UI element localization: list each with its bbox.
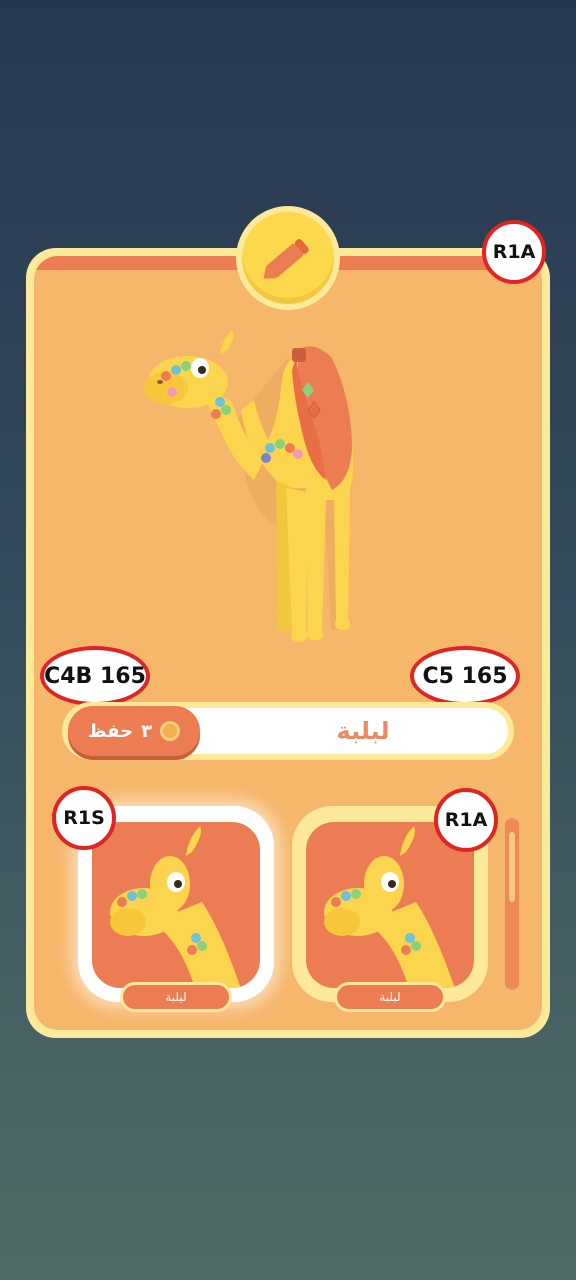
scrollbar-thumb[interactable]	[509, 832, 515, 902]
camel-illustration	[136, 330, 386, 660]
save-price: ٣	[141, 720, 153, 742]
save-label: حفظ	[87, 720, 134, 742]
camel-thumb-icon	[110, 826, 241, 988]
thumb-image	[92, 822, 260, 988]
other-thumb-tag: R1A	[434, 788, 498, 852]
save-button[interactable]: حفظ ٣	[68, 706, 200, 756]
thumb-name-label: لبلبة	[120, 982, 232, 1012]
left-code-tag: C4B 165	[40, 646, 150, 706]
edit-button[interactable]	[236, 206, 340, 310]
card-rarity-tag: R1A	[482, 220, 546, 284]
selected-thumb-tag: R1S	[52, 786, 116, 850]
pencil-icon	[263, 238, 309, 279]
edit-button-face	[242, 212, 334, 304]
thumb-name-label: لبلبة	[334, 982, 446, 1012]
gallery-scrollbar[interactable]	[505, 818, 519, 990]
coin-icon	[160, 721, 181, 741]
name-bar: لبلبة حفظ ٣	[62, 702, 514, 760]
character-name: لبلبة	[336, 717, 390, 745]
right-code-tag: C5 165	[410, 646, 520, 706]
